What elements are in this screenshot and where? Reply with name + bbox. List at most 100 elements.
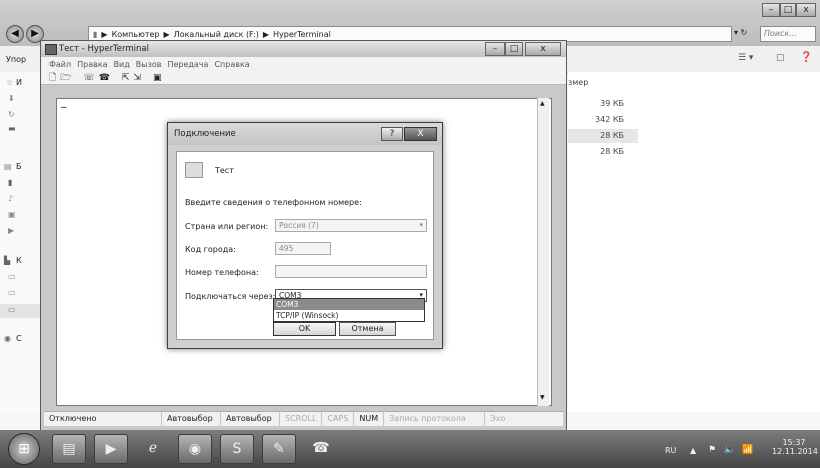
scroll-up-icon[interactable]: ▲ — [540, 100, 545, 107]
hyperterminal-taskbar-icon[interactable]: ☎ — [304, 434, 338, 464]
folder-icon: ▮ — [93, 29, 98, 39]
country-select[interactable]: Россия (7) ▾ — [275, 219, 427, 232]
paint-taskbar-icon[interactable]: ✎ — [262, 434, 296, 464]
preview-pane-icon[interactable]: ▢ — [776, 53, 785, 63]
file-list-pane: змер 39 КБ 342 КБ 28 КБ 28 КБ — [568, 72, 820, 412]
volume-icon[interactable]: 🔈 — [724, 445, 735, 455]
nav-item-network[interactable]: С — [16, 334, 22, 343]
properties-icon[interactable]: ▣ — [153, 73, 162, 83]
desktop-icon: ▬ — [8, 124, 16, 133]
downloads-icon: ⬇ — [8, 94, 15, 103]
file-size: 342 КБ — [595, 115, 624, 124]
file-size: 39 КБ — [600, 99, 624, 108]
vertical-scrollbar[interactable]: ▲ ▼ — [537, 98, 549, 406]
status-echo: Эхо — [490, 414, 506, 423]
toolbar: 🗋 🗁 ☏ ☎ ⇱ ⇲ ▣ — [41, 71, 566, 85]
country-value: Россия (7) — [279, 221, 319, 230]
drive-icon: ▭ — [8, 272, 16, 281]
call-icon[interactable]: ☏ — [83, 73, 94, 83]
new-icon[interactable]: 🗋 — [49, 70, 56, 86]
breadcrumb-item[interactable]: HyperTerminal — [273, 30, 331, 39]
status-caps: CAPS — [322, 412, 355, 426]
help-icon[interactable]: ❓ — [800, 52, 812, 63]
status-autodetect: Автовыбор — [221, 412, 280, 426]
status-scroll: SCROLL — [280, 412, 323, 426]
country-label: Страна или регион: — [185, 222, 269, 231]
app-icon — [45, 44, 57, 55]
open-icon[interactable]: 🗁 — [60, 70, 71, 86]
minimize-button[interactable]: – — [762, 3, 780, 17]
dropdown-option[interactable]: TCP/IP (Winsock) — [274, 310, 424, 321]
connect-using-dropdown: COM3 TCP/IP (Winsock) — [273, 298, 425, 322]
area-code-label: Код города: — [185, 245, 236, 254]
help-button[interactable]: ? — [381, 127, 403, 141]
show-hidden-icons-icon[interactable]: ▲ — [690, 446, 696, 455]
breadcrumb-separator-icon: ▶ — [101, 29, 108, 39]
status-bar: Отключено Автовыбор Автовыбор SCROLL CAP… — [44, 411, 563, 426]
search-input[interactable]: Поиск... — [760, 26, 816, 42]
nav-item-computer[interactable]: К — [16, 256, 22, 265]
nav-item-favorites[interactable]: И — [16, 78, 22, 87]
close-button[interactable]: x — [796, 3, 816, 17]
breadcrumb-item[interactable]: Компьютер — [112, 30, 160, 39]
menu-file[interactable]: Файл — [49, 60, 71, 69]
nav-item-libraries[interactable]: Б — [16, 162, 22, 171]
videos-icon: ▶ — [8, 226, 15, 235]
dropdown-option[interactable]: COM3 — [274, 299, 424, 310]
pictures-icon: ▣ — [8, 210, 16, 219]
size-column-header[interactable]: змер — [568, 78, 588, 87]
menu-call[interactable]: Вызов — [136, 60, 162, 69]
chevron-down-icon: ▾ — [419, 221, 423, 229]
file-size: 28 КБ — [600, 147, 624, 156]
media-player-taskbar-icon[interactable]: ▶ — [94, 434, 128, 464]
clock[interactable]: 15:37 12.11.2014 — [772, 438, 818, 456]
drive-icon: ▭ — [8, 288, 16, 297]
close-button[interactable]: x — [525, 42, 561, 56]
menu-help[interactable]: Справка — [214, 60, 249, 69]
menu-bar: Файл Правка Вид Вызов Передача Справка — [41, 57, 566, 71]
cancel-button[interactable]: Отмена — [339, 322, 396, 336]
browser-taskbar-icon[interactable]: ◉ — [178, 434, 212, 464]
close-button[interactable]: X — [404, 127, 437, 141]
breadcrumb-separator-icon: ▶ — [163, 29, 170, 39]
hyperterminal-title-bar[interactable]: Тест - HyperTerminal – □ x — [41, 41, 566, 57]
ok-button[interactable]: OK — [273, 322, 336, 336]
breadcrumb-item[interactable]: Локальный диск (F:) — [174, 30, 259, 39]
receive-icon[interactable]: ⇲ — [133, 73, 141, 83]
maximize-button[interactable]: □ — [505, 42, 523, 56]
nav-item-selected[interactable] — [0, 304, 40, 318]
menu-view[interactable]: Вид — [114, 60, 130, 69]
computer-icon: ▙ — [4, 256, 11, 265]
menu-edit[interactable]: Правка — [77, 60, 107, 69]
internet-explorer-taskbar-icon[interactable]: ℯ — [136, 434, 170, 464]
scroll-down-icon[interactable]: ▼ — [540, 394, 545, 401]
phone-input[interactable] — [275, 265, 427, 278]
network-signal-icon[interactable]: 📶 — [742, 445, 753, 455]
maximize-button[interactable]: □ — [780, 3, 796, 17]
phone-label: Номер телефона: — [185, 268, 259, 277]
skype-taskbar-icon[interactable]: S — [220, 434, 254, 464]
back-button[interactable]: ◀ — [6, 25, 24, 43]
drive-icon: ▭ — [8, 305, 16, 314]
documents-icon: ▮ — [8, 178, 13, 187]
disconnect-icon[interactable]: ☎ — [99, 73, 110, 83]
status-num: NUM — [354, 412, 385, 426]
minimize-button[interactable]: – — [485, 42, 505, 56]
status-connection: Отключено — [44, 412, 162, 426]
send-icon[interactable]: ⇱ — [122, 73, 130, 83]
area-code-input[interactable]: 495 — [275, 242, 331, 255]
favorites-icon: ☆ — [6, 78, 14, 87]
menu-transfer[interactable]: Передача — [167, 60, 208, 69]
language-indicator[interactable]: RU — [665, 446, 676, 455]
libraries-icon: ▤ — [4, 162, 12, 171]
recent-icon: ↻ — [8, 110, 15, 119]
instructions-text: Введите сведения о телефонном номере: — [185, 198, 362, 207]
view-options-icon[interactable]: ☰ ▾ — [738, 53, 753, 63]
organize-button[interactable]: Упор — [6, 55, 26, 64]
action-center-icon[interactable]: ⚑ — [708, 445, 716, 455]
breadcrumb-separator-icon: ▶ — [262, 29, 270, 39]
history-dropdown-icon[interactable]: ▾ ↻ — [734, 28, 747, 37]
explorer-taskbar-icon[interactable]: ▤ — [52, 434, 86, 464]
terminal-cursor: _ — [61, 95, 67, 108]
start-button[interactable]: ⊞ — [8, 433, 40, 465]
